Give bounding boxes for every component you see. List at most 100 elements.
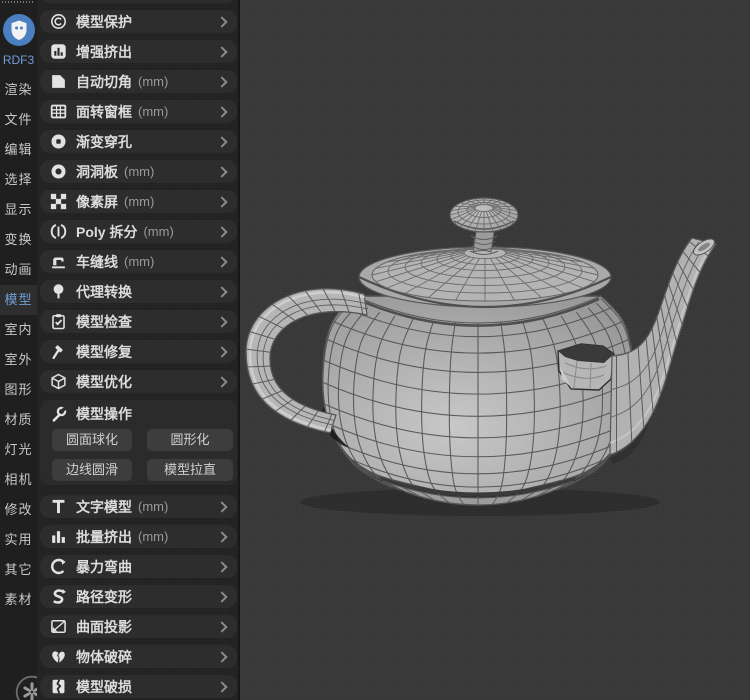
chevron-right-icon [216,316,227,327]
menu-item-label: 增强挤出 [76,42,132,62]
plugin-logo[interactable] [3,14,35,46]
pixels-icon [50,193,67,210]
menu-item-label: 模型破损 [76,677,132,697]
cube-icon [50,373,67,390]
menu-item-6[interactable]: 像素屏(mm) [40,190,237,213]
menu-item-label: 模型优化 [76,372,132,392]
chevron-right-icon [216,681,227,692]
sidebar-tab-15[interactable]: 实用 [0,525,37,555]
menu-item-label: 物体破碎 [76,647,132,667]
chevron-right-icon [216,346,227,357]
sidebar-tab-5[interactable]: 变换 [0,225,37,255]
broken-heart-icon [50,648,67,665]
sidebar-tab-13[interactable]: 相机 [0,465,37,495]
model-op-button-3[interactable]: 模型拉直 [147,459,233,481]
chevron-right-icon [216,501,227,512]
menu-item-label: 路径变形 [76,587,132,607]
menu-item-label: 面转窗框 [76,102,132,122]
chevron-right-icon [216,106,227,117]
menu-item-8[interactable]: 车缝线(mm) [40,250,237,273]
chevron-right-icon [216,286,227,297]
sidebar-tab-2[interactable]: 编辑 [0,135,37,165]
menu-item-2[interactable]: 自动切角 (mm) [40,70,237,93]
sidebar-tab-4[interactable]: 显示 [0,195,37,225]
menu-item-14[interactable]: 文字模型(mm) [40,495,237,518]
donut-icon [50,163,67,180]
menu-item-label: Poly 拆分 [76,222,137,242]
sidebar: RDF3 渲染文件编辑选择显示变换动画模型室内室外图形材质灯光相机修改实用其它素… [0,0,37,700]
menu-item-unit: (mm) [138,74,168,89]
model-op-button-0[interactable]: 圆面球化 [52,429,132,451]
menu-item-unit: (mm) [138,104,168,119]
chevron-right-icon [216,256,227,267]
chevron-right-icon [216,226,227,237]
circle-dot-icon [50,133,67,150]
menu-item-10[interactable]: 模型检查 [40,310,237,333]
menu-item-16[interactable]: 暴力弯曲 [40,555,237,578]
menu-item-7[interactable]: Poly 拆分 (mm) [40,220,237,243]
path-s-icon [50,588,67,605]
menu-item-unit: (mm) [138,499,168,514]
menu-item-label: 曲面投影 [76,617,132,637]
menu-item-label: 模型修复 [76,342,132,362]
viewport-3d[interactable] [240,0,750,700]
bars-icon [50,528,67,545]
chevron-right-icon [216,561,227,572]
menu-item-label: 模型保护 [76,12,132,32]
menu-item-20[interactable]: 模型破损 [40,675,237,698]
chevron-right-icon [216,16,227,27]
menu-group-13: 模型操作圆面球化圆形化边线圆滑模型拉直 [40,400,237,485]
menu-item-15[interactable]: 批量挤出 (mm) [40,525,237,548]
tree-icon [50,283,67,300]
menu-item-18[interactable]: 曲面投影 [40,615,237,638]
menu-item-unit: (mm) [124,194,154,209]
menu-item-12[interactable]: 模型优化 [40,370,237,393]
menu-item-17[interactable]: 路径变形 [40,585,237,608]
sidebar-tab-9[interactable]: 室外 [0,345,37,375]
chevron-right-icon [216,651,227,662]
menu-item-label: 暴力弯曲 [76,557,132,577]
group-button-grid: 圆面球化圆形化边线圆滑模型拉直 [52,429,237,481]
chevron-right-icon [216,46,227,57]
sidebar-tab-1[interactable]: 文件 [0,105,37,135]
menu-item-unit: (mm) [143,224,173,239]
sidebar-tab-17[interactable]: 素材 [0,585,37,615]
sidebar-tab-12[interactable]: 灯光 [0,435,37,465]
menu-item-1[interactable]: 增强挤出 [40,40,237,63]
chevron-right-icon [216,621,227,632]
model-op-button-1[interactable]: 圆形化 [147,429,233,451]
menu-item-11[interactable]: 模型修复 [40,340,237,363]
sidebar-tab-7[interactable]: 模型 [0,285,37,315]
sidebar-tab-14[interactable]: 修改 [0,495,37,525]
hammer-icon [50,343,67,360]
app-window: RDF3 渲染文件编辑选择显示变换动画模型室内室外图形材质灯光相机修改实用其它素… [0,0,750,700]
sewing-icon [50,253,67,270]
sidebar-tab-8[interactable]: 室内 [0,315,37,345]
chevron-right-icon [216,196,227,207]
model-op-button-2[interactable]: 边线圆滑 [52,459,132,481]
menu-item-unit: (mm) [138,529,168,544]
sidebar-tab-3[interactable]: 选择 [0,165,37,195]
menu-item-partial[interactable] [40,0,237,3]
menu-item-19[interactable]: 物体破碎 [40,645,237,668]
menu-item-0[interactable]: 模型保护 [40,10,237,33]
sidebar-tab-10[interactable]: 图形 [0,375,37,405]
copyright-icon [50,13,67,30]
chevron-right-icon [216,136,227,147]
menu-item-5[interactable]: 洞洞板(mm) [40,160,237,183]
menu-item-label: 渐变穿孔 [76,132,132,152]
sidebar-tab-11[interactable]: 材质 [0,405,37,435]
sidebar-tab-0[interactable]: 渲染 [0,75,37,105]
menu-item-4[interactable]: 渐变穿孔 [40,130,237,153]
chevron-right-icon [216,591,227,602]
bend-arrow-icon [50,558,67,575]
sidebar-tab-16[interactable]: 其它 [0,555,37,585]
menu-item-13[interactable]: 模型操作 [40,402,237,426]
menu-item-9[interactable]: 代理转换 [40,280,237,303]
sidebar-tab-6[interactable]: 动画 [0,255,37,285]
chevron-right-icon [216,376,227,387]
menu-item-label: 车缝线 [76,252,118,272]
menu-item-label: 批量挤出 [76,527,132,547]
menu-item-3[interactable]: 面转窗框 (mm) [40,100,237,123]
menu-item-label: 自动切角 [76,72,132,92]
